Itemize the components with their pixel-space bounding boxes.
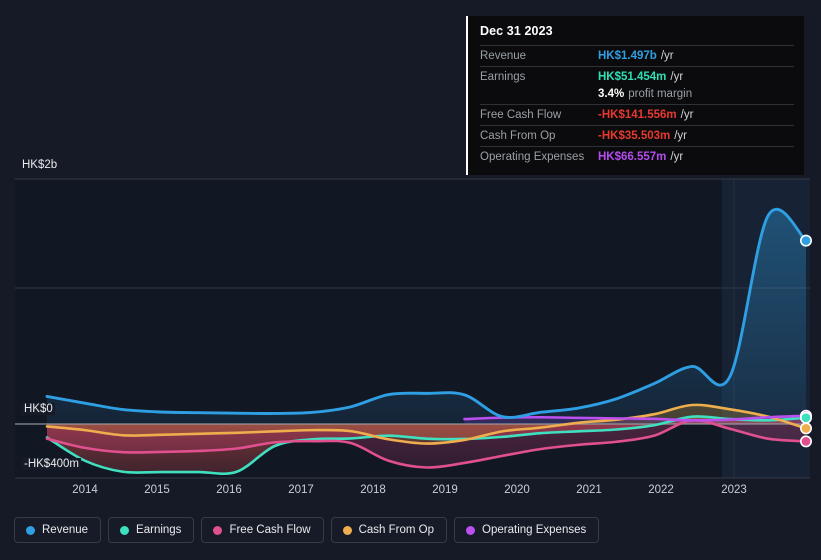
tooltip-row-label: Cash From Op bbox=[480, 130, 556, 142]
legend-item-label: Revenue bbox=[42, 524, 89, 536]
tooltip-row-unit: /yr bbox=[660, 50, 674, 62]
tooltip-row-earnings: Earnings HK$51.454m/yr bbox=[480, 66, 794, 87]
legend-item-label: Free Cash Flow bbox=[229, 524, 311, 536]
chart-legend: Revenue Earnings Free Cash Flow Cash From O… bbox=[14, 517, 600, 543]
tooltip-rows: Revenue HK$1.497b/yr Earnings HK$51.454m/yr… bbox=[480, 45, 794, 167]
x-axis-label-2019: 2019 bbox=[432, 484, 458, 496]
tooltip-row-value: HK$66.557m bbox=[598, 151, 667, 163]
tooltip-row-value: -HK$141.556m bbox=[598, 109, 677, 121]
legend-item-cash-from-op[interactable]: Cash From Op bbox=[330, 517, 448, 543]
x-axis-label-2023: 2023 bbox=[721, 484, 747, 496]
legend-color-dot-icon bbox=[213, 525, 223, 535]
x-axis-label-2017: 2017 bbox=[288, 484, 314, 496]
tooltip-row-value: 3.4% bbox=[598, 88, 625, 100]
tooltip-row-unit: /yr bbox=[670, 151, 684, 163]
tooltip-row-label: Operating Expenses bbox=[480, 151, 585, 163]
tooltip-row-value: HK$1.497b bbox=[598, 50, 657, 62]
y-axis-label-bottom: -HK$400m bbox=[22, 458, 81, 470]
y-axis-label-zero: HK$0 bbox=[22, 403, 55, 415]
legend-color-dot-icon bbox=[26, 525, 35, 535]
tooltip-row-free-cash-flow: Free Cash Flow -HK$141.556m/yr bbox=[480, 104, 794, 125]
legend-color-dot-icon bbox=[466, 525, 476, 535]
legend-item-earnings[interactable]: Earnings bbox=[108, 517, 195, 543]
x-axis-label-2016: 2016 bbox=[216, 484, 242, 496]
x-axis-label-2018: 2018 bbox=[360, 484, 386, 496]
legend-color-dot-icon bbox=[342, 525, 352, 535]
tooltip-row-cash-from-op: Cash From Op -HK$35.503m/yr bbox=[480, 125, 794, 146]
x-axis-label-2020: 2020 bbox=[504, 484, 530, 496]
legend-color-dot-icon bbox=[120, 525, 130, 535]
legend-item-free-cash-flow[interactable]: Free Cash Flow bbox=[201, 517, 324, 543]
legend-item-operating-expenses[interactable]: Operating Expenses bbox=[454, 517, 600, 543]
tooltip-row-unit: /yr bbox=[670, 71, 684, 83]
x-axis-label-2014: 2014 bbox=[72, 484, 98, 496]
x-axis-label-2015: 2015 bbox=[144, 484, 170, 496]
tooltip-row-unit: profit margin bbox=[628, 88, 693, 100]
x-axis-label-2021: 2021 bbox=[576, 484, 602, 496]
legend-item-revenue[interactable]: Revenue bbox=[14, 517, 102, 543]
tooltip-row-operating-expenses: Operating Expenses HK$66.557m/yr bbox=[480, 146, 794, 167]
legend-item-label: Earnings bbox=[136, 524, 182, 536]
data-tooltip: Dec 31 2023 Revenue HK$1.497b/yr Earnings H… bbox=[466, 16, 804, 175]
financial-chart: HK$2b HK$0 -HK$400m 2014 2015 2016 2017 2018… bbox=[0, 0, 821, 560]
tooltip-row-label: Earnings bbox=[480, 71, 526, 83]
tooltip-row-unit: /yr bbox=[680, 109, 694, 121]
y-axis-label-top: HK$2b bbox=[22, 159, 58, 171]
tooltip-row-value: HK$51.454m bbox=[598, 71, 667, 83]
tooltip-row-label: Free Cash Flow bbox=[480, 109, 562, 121]
tooltip-row-unit: /yr bbox=[674, 130, 688, 142]
x-axis-label-2022: 2022 bbox=[648, 484, 674, 496]
tooltip-row-profit-margin: 3.4% profit margin bbox=[480, 87, 794, 104]
tooltip-date: Dec 31 2023 bbox=[480, 24, 553, 38]
tooltip-row-revenue: Revenue HK$1.497b/yr bbox=[480, 45, 794, 66]
legend-item-label: Operating Expenses bbox=[482, 524, 587, 536]
legend-item-label: Cash From Op bbox=[358, 524, 435, 536]
tooltip-row-label: Revenue bbox=[480, 50, 527, 62]
tooltip-row-value: -HK$35.503m bbox=[598, 130, 671, 142]
